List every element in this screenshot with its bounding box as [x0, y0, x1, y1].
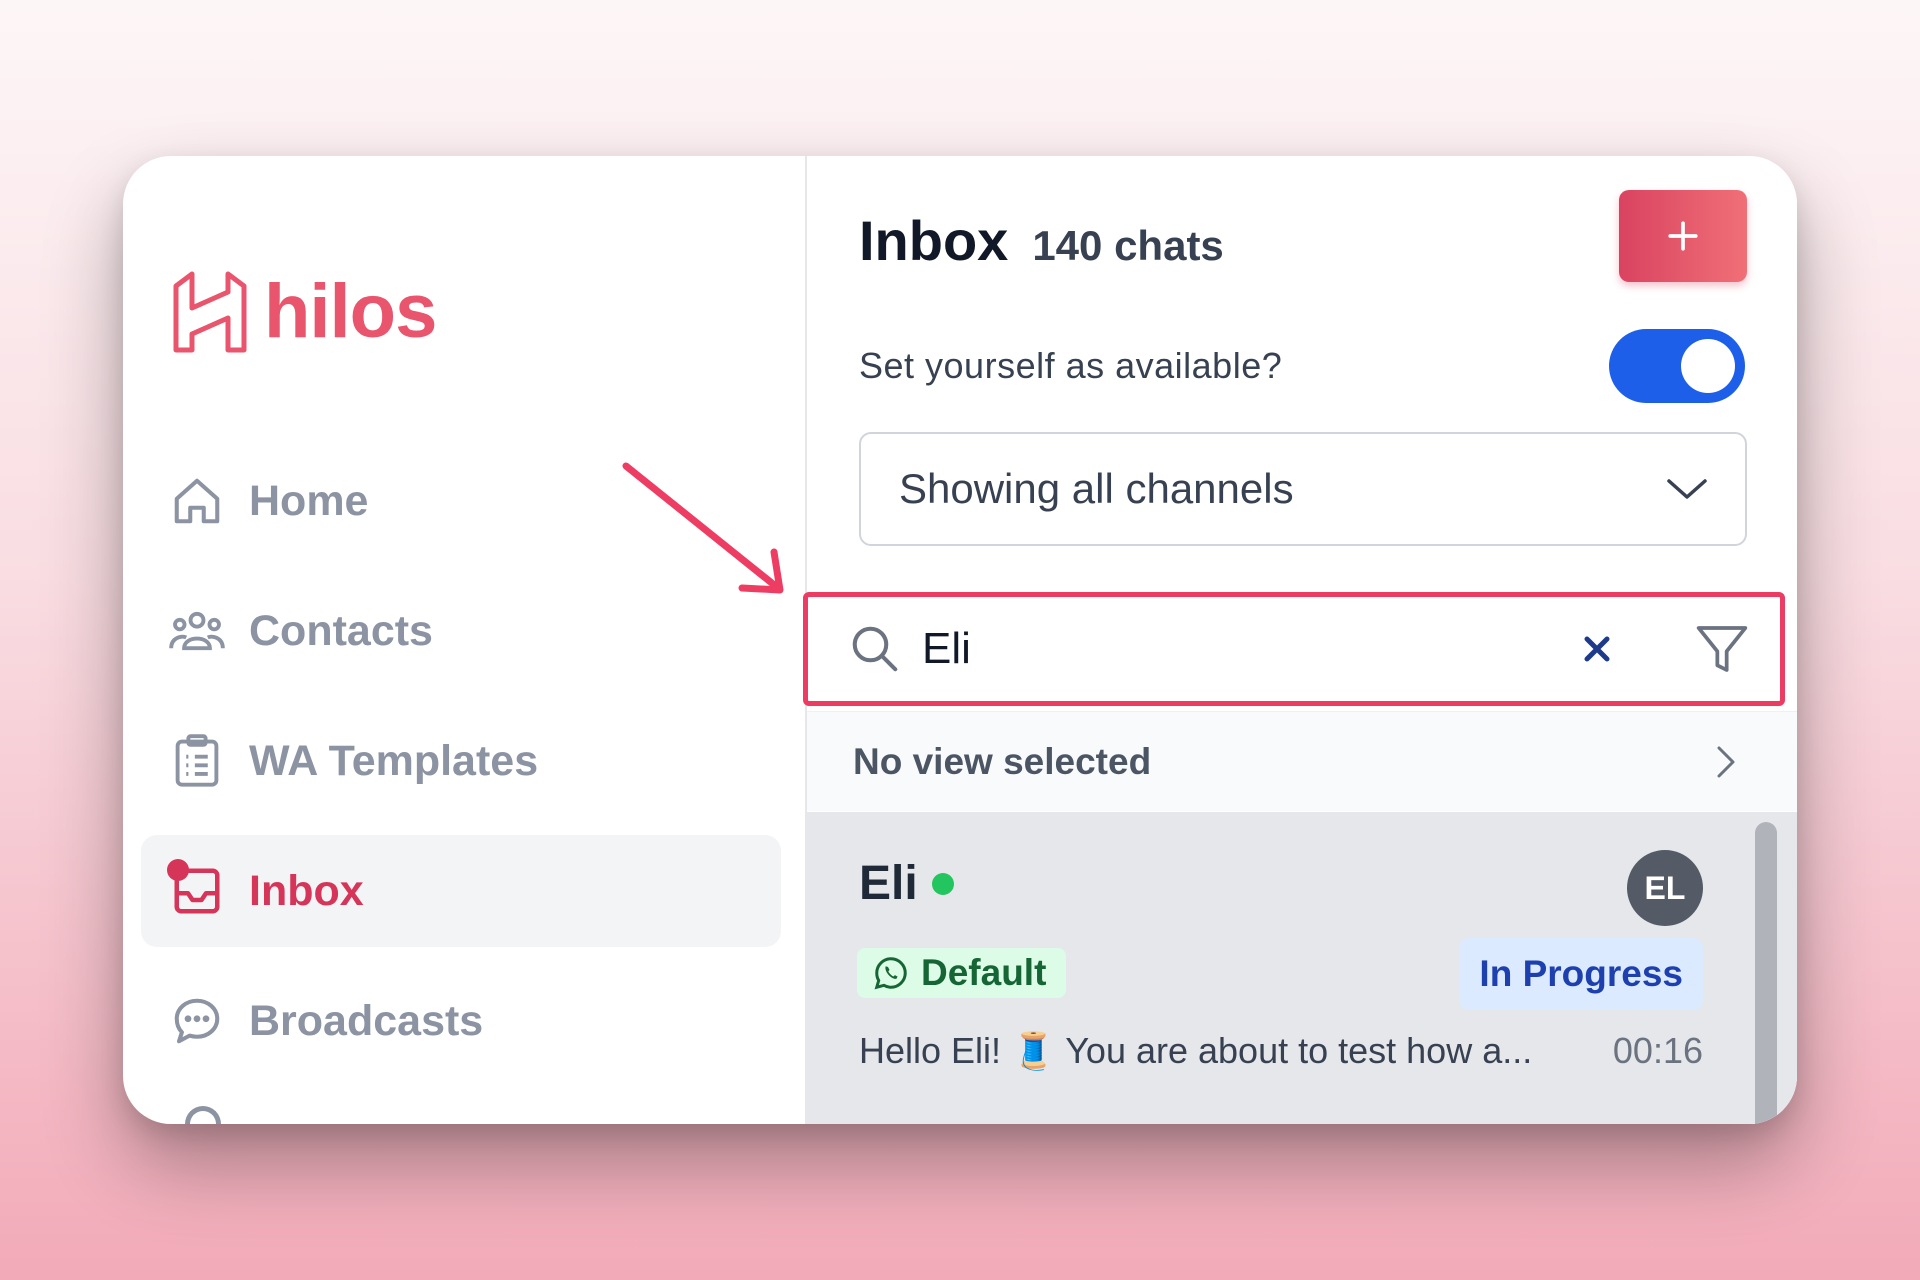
- availability-toggle[interactable]: [1609, 329, 1745, 403]
- search-input[interactable]: [922, 619, 1572, 679]
- chat-contact-name: Eli: [859, 857, 918, 910]
- chat-timestamp: 00:16: [1612, 1030, 1703, 1071]
- page-title: Inbox: [859, 209, 1009, 272]
- chevron-down-icon: [1667, 479, 1707, 499]
- toggle-knob: [1681, 339, 1735, 393]
- channel-select-value: Showing all channels: [899, 465, 1294, 512]
- chat-list: Eli EL Default In Progress Hello Eli! 🧵 …: [807, 812, 1797, 1124]
- avatar: EL: [1627, 850, 1703, 926]
- availability-row: Set yourself as available?: [859, 326, 1745, 406]
- clear-search-button[interactable]: [1572, 624, 1622, 674]
- chevron-right-icon: [1717, 746, 1735, 777]
- home-icon: [169, 473, 225, 529]
- search-icon: [852, 626, 898, 672]
- plus-icon: [1668, 221, 1698, 251]
- logo[interactable]: hilos: [170, 268, 437, 356]
- chat-name-row: Eli: [859, 856, 954, 911]
- view-label: No view selected: [853, 740, 1152, 782]
- chat-preview-row: Hello Eli! 🧵 You are about to test how a…: [859, 1030, 1703, 1072]
- chat-count: 140 chats: [1032, 222, 1224, 269]
- channel-label: Default: [921, 952, 1047, 993]
- sidebar-item-broadcasts[interactable]: Broadcasts: [141, 965, 781, 1077]
- availability-label: Set yourself as available?: [859, 345, 1283, 386]
- new-chat-button[interactable]: [1619, 190, 1747, 282]
- sidebar-item-label: Broadcasts: [249, 996, 484, 1045]
- status-label: In Progress: [1479, 953, 1683, 994]
- logo-text: hilos: [264, 269, 437, 354]
- sidebar-item-label: Inbox: [249, 866, 364, 915]
- chat-preview: Hello Eli! 🧵 You are about to test how a…: [859, 1030, 1533, 1071]
- channel-select[interactable]: Showing all channels: [859, 432, 1747, 546]
- inbox-panel: Inbox 140 chats Set yourself as availabl…: [803, 156, 1797, 1124]
- online-indicator: [931, 872, 954, 895]
- chat-list-item[interactable]: Eli EL Default In Progress Hello Eli! 🧵 …: [807, 812, 1755, 1124]
- sidebar-item-label: WA Templates: [249, 736, 539, 785]
- close-icon: [1584, 636, 1610, 662]
- status-badge: In Progress: [1459, 938, 1703, 1010]
- inbox-header: Inbox 140 chats: [859, 208, 1224, 273]
- channel-badge: Default: [857, 948, 1067, 998]
- app-window: hilos Home Contacts WA Templates Inbox B…: [123, 156, 1797, 1124]
- view-selector[interactable]: No view selected: [807, 711, 1797, 811]
- sidebar-item-wa-templates[interactable]: WA Templates: [141, 705, 781, 817]
- clipboard-icon: [169, 733, 225, 789]
- chat-bubble-icon: [169, 993, 225, 1049]
- partial-nav-icon: [185, 1106, 221, 1124]
- sidebar-item-label: Home: [249, 476, 369, 525]
- annotation-arrow-icon: [622, 462, 784, 594]
- sidebar-item-label: Contacts: [249, 606, 433, 655]
- sidebar: hilos Home Contacts WA Templates Inbox B…: [123, 156, 807, 1124]
- sidebar-item-inbox[interactable]: Inbox: [141, 835, 781, 947]
- hilos-logo-icon: [173, 271, 247, 353]
- filter-icon: [1696, 626, 1748, 672]
- users-icon: [169, 603, 225, 659]
- whatsapp-icon: [874, 957, 907, 990]
- search-box: [803, 592, 1785, 706]
- scrollbar[interactable]: [1755, 822, 1777, 1124]
- filter-button[interactable]: [1692, 619, 1752, 679]
- notification-badge: [167, 859, 189, 881]
